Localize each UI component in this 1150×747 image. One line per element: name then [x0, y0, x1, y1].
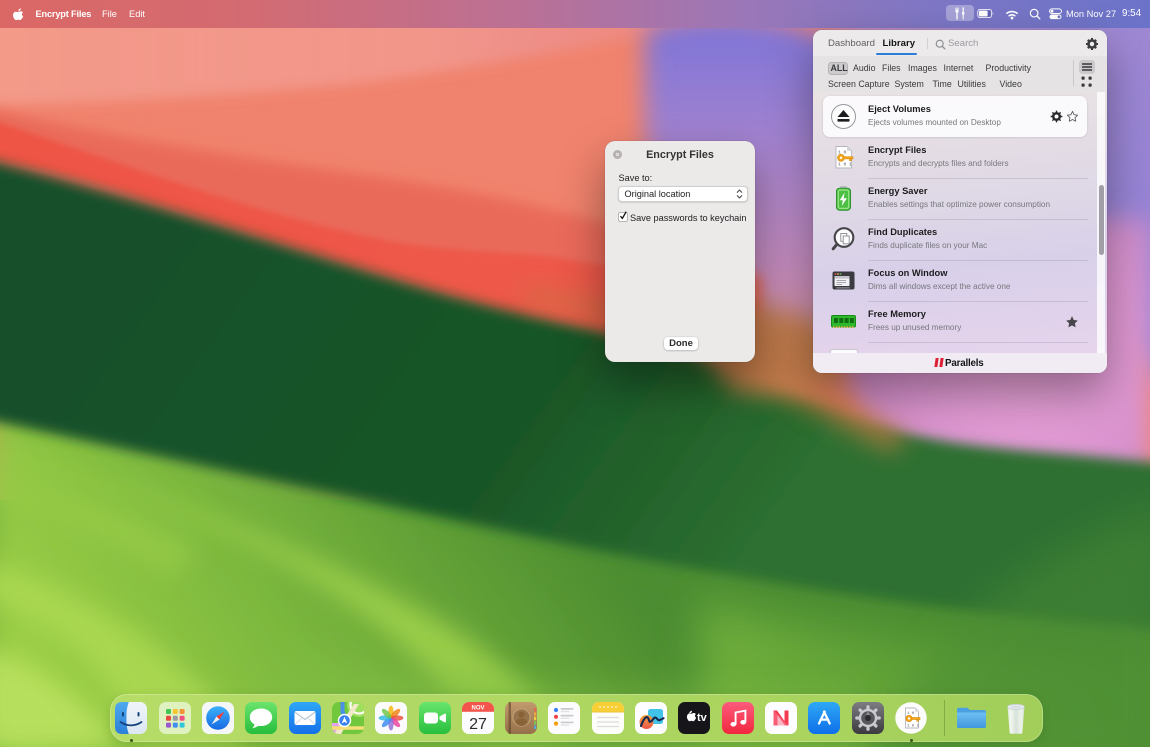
- svg-text:27: 27: [469, 716, 487, 733]
- svg-text:1 0 1: 1 0 1: [838, 161, 852, 167]
- svg-text:1 0 1: 1 0 1: [907, 725, 920, 729]
- svg-text:NOV: NOV: [471, 706, 484, 712]
- svg-text:tv: tv: [697, 712, 708, 724]
